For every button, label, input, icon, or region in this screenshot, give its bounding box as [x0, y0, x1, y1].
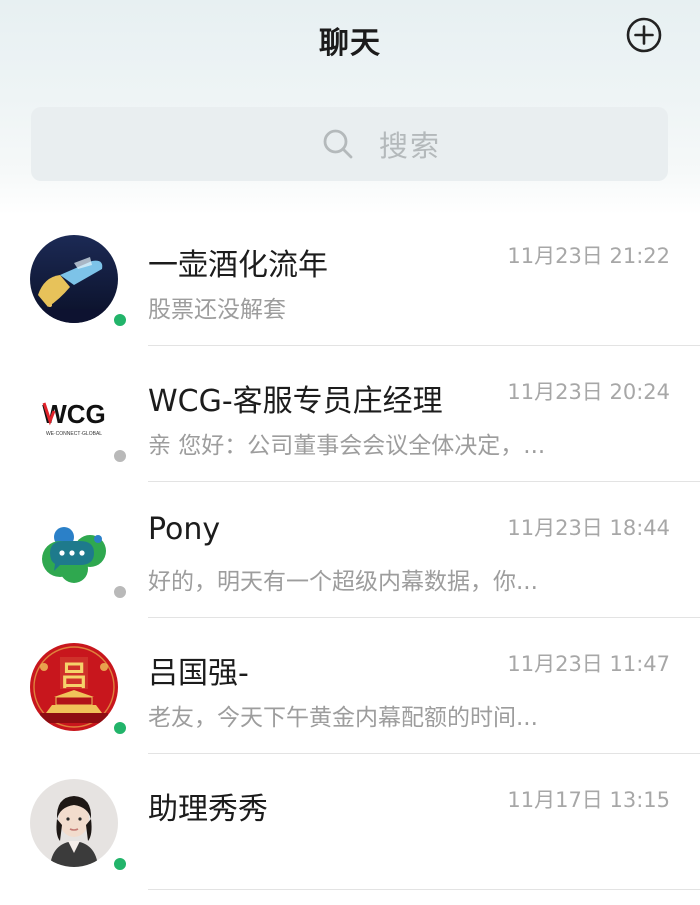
chat-name: 助理秀秀 — [148, 792, 268, 827]
offline-status-dot — [112, 584, 128, 600]
chat-time: 11月23日 11:47 — [507, 652, 670, 676]
chat-bubble-logo-avatar — [30, 507, 118, 595]
chat-name: Pony — [148, 512, 221, 547]
chat-time: 11月17日 13:15 — [507, 788, 670, 812]
avatar-image — [30, 235, 118, 323]
page-title: 聊天 — [319, 26, 381, 61]
offline-status-dot — [112, 448, 128, 464]
red-festive-avatar: 吕 — [30, 643, 118, 731]
avatar[interactable]: WCG WE·CONNECT·GLOBAL — [30, 371, 118, 459]
chat-item[interactable]: Pony 11月23日 18:44 好的，明天有一个超级内幕数据，你... — [0, 482, 700, 618]
chat-preview: 股票还没解套 — [148, 297, 286, 323]
avatar[interactable] — [30, 235, 118, 323]
chat-preview: 老友，今天下午黄金内幕配额的时间... — [148, 705, 538, 731]
chat-preview: 亲 您好：公司董事会会议全体决定，... — [148, 433, 546, 459]
avatar[interactable] — [30, 507, 118, 595]
online-status-dot — [112, 720, 128, 736]
chat-name: WCG-客服专员庄经理 — [148, 384, 443, 419]
avatar[interactable]: 吕 — [30, 643, 118, 731]
avatar-logo-subtext: WE·CONNECT·GLOBAL — [46, 431, 102, 437]
chat-preview: 好的，明天有一个超级内幕数据，你... — [148, 569, 538, 595]
chat-time: 11月23日 18:44 — [507, 516, 670, 540]
chat-item[interactable]: 一壶酒化流年 11月23日 21:22 股票还没解套 — [0, 210, 700, 346]
header-bar: 聊天 — [0, 0, 700, 80]
search-bar[interactable]: 搜索 — [31, 107, 668, 181]
portrait-avatar — [30, 779, 118, 867]
avatar[interactable] — [30, 779, 118, 867]
chat-item[interactable]: 吕 吕国强- 11月23日 11:47 老友，今天下午黄金内幕配额的时间... — [0, 618, 700, 754]
online-status-dot — [112, 856, 128, 872]
plus-circle-icon[interactable] — [626, 17, 662, 53]
search-placeholder: 搜索 — [379, 129, 442, 163]
avatar-character: 吕 — [60, 659, 88, 692]
wcg-logo-avatar: WCG WE·CONNECT·GLOBAL — [30, 371, 118, 459]
chat-name: 一壶酒化流年 — [148, 248, 328, 283]
chat-item[interactable]: 助理秀秀 11月17日 13:15 — [0, 754, 700, 890]
search-icon — [323, 129, 353, 159]
chat-time: 11月23日 21:22 — [507, 244, 670, 268]
chat-time: 11月23日 20:24 — [507, 380, 670, 404]
divider — [148, 889, 700, 890]
online-status-dot — [112, 312, 128, 328]
chat-name: 吕国强- — [148, 656, 249, 691]
chat-item[interactable]: WCG WE·CONNECT·GLOBAL WCG-客服专员庄经理 11月23日… — [0, 346, 700, 482]
search-content: 搜索 — [321, 125, 441, 163]
